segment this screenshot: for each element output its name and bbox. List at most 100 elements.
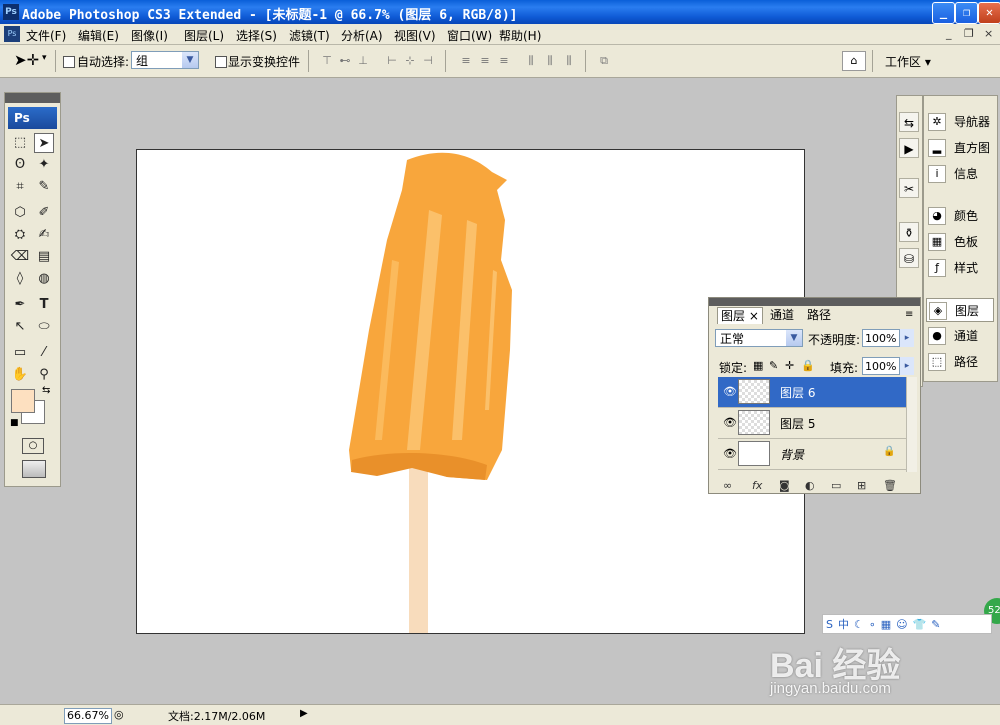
- blend-mode-dropdown[interactable]: 正常 ▼: [715, 329, 803, 347]
- clone-source-icon[interactable]: ⛁: [899, 248, 919, 268]
- eyedropper-tool-icon[interactable]: ⁄: [34, 343, 54, 363]
- tool-presets-icon[interactable]: ✂: [899, 178, 919, 198]
- auto-select-dropdown[interactable]: 组 ▼: [131, 51, 199, 69]
- doc-restore-button[interactable]: ❐: [964, 27, 974, 40]
- lock-all-icon[interactable]: 🔒: [801, 359, 815, 372]
- eye-icon[interactable]: 👁: [723, 447, 737, 460]
- menu-window[interactable]: 窗口(W): [447, 27, 492, 44]
- magic-wand-tool-icon[interactable]: ✦: [34, 155, 54, 175]
- fill-slider-arrow-icon[interactable]: ▸: [900, 357, 914, 375]
- tool-preset-dropdown-icon[interactable]: ▾: [42, 53, 47, 63]
- opacity-input[interactable]: 100%: [862, 329, 900, 347]
- new-group-icon[interactable]: ▭: [831, 479, 841, 492]
- doc-minimize-button[interactable]: _: [946, 27, 952, 40]
- menu-filter[interactable]: 滤镜(T): [289, 27, 330, 44]
- zoom-level-field[interactable]: 66.67%: [64, 708, 112, 724]
- history-brush-tool-icon[interactable]: ✍: [34, 225, 54, 245]
- show-transform-checkbox[interactable]: [215, 56, 227, 68]
- opacity-slider-arrow-icon[interactable]: ▸: [900, 329, 914, 347]
- dock-item-paths[interactable]: ⬚ 路径: [926, 350, 994, 374]
- foreground-color-swatch[interactable]: [11, 389, 35, 413]
- distribute-vcenter-icon[interactable]: ≡: [478, 54, 492, 68]
- ellipse-tool-icon[interactable]: ⬭: [34, 317, 54, 337]
- menu-help[interactable]: 帮助(H): [499, 27, 541, 44]
- menu-image[interactable]: 图像(I): [131, 27, 168, 44]
- tab-layers[interactable]: 图层 ×: [717, 307, 763, 324]
- notes-tool-icon[interactable]: ▭: [10, 343, 30, 363]
- close-button[interactable]: ✕: [978, 2, 1000, 24]
- fill-input[interactable]: 100%: [862, 357, 900, 375]
- align-vcenter-icon[interactable]: ⊷: [338, 54, 352, 68]
- align-bottom-icon[interactable]: ⊥: [356, 54, 370, 68]
- blur-tool-icon[interactable]: ◊: [10, 269, 30, 289]
- marquee-tool-icon[interactable]: ⬚: [10, 133, 30, 153]
- menu-edit[interactable]: 编辑(E): [78, 27, 119, 44]
- status-menu-arrow-icon[interactable]: ▶: [300, 708, 308, 719]
- hand-tool-icon[interactable]: ✋: [10, 365, 30, 385]
- restore-button[interactable]: ❐: [955, 2, 978, 24]
- default-colors-icon[interactable]: ■: [10, 418, 19, 428]
- history-icon[interactable]: ⇆: [899, 112, 919, 132]
- brush-tool-icon[interactable]: ✐: [34, 203, 54, 223]
- clone-stamp-tool-icon[interactable]: ⛭: [10, 225, 30, 245]
- bridge-icon[interactable]: ⌂: [842, 51, 866, 71]
- lock-transparency-icon[interactable]: ▦: [753, 359, 763, 372]
- dock-item-layers[interactable]: ◈ 图层: [926, 298, 994, 322]
- distribute-bottom-icon[interactable]: ≡: [497, 54, 511, 68]
- dock-item-color[interactable]: ◕ 颜色: [926, 204, 994, 228]
- actions-icon[interactable]: ▶: [899, 138, 919, 158]
- dock-item-swatches[interactable]: ▦ 色板: [926, 230, 994, 254]
- delete-layer-icon[interactable]: 🗑: [883, 479, 897, 492]
- menu-analysis[interactable]: 分析(A): [341, 27, 383, 44]
- layer-style-icon[interactable]: fx: [752, 479, 762, 492]
- panel-menu-icon[interactable]: ≡: [905, 309, 913, 320]
- crop-tool-icon[interactable]: ⌗: [10, 177, 30, 197]
- dock-item-channels[interactable]: ● 通道: [926, 324, 994, 348]
- align-top-icon[interactable]: ⊤: [320, 54, 334, 68]
- screen-mode-icon[interactable]: [22, 460, 46, 478]
- distribute-top-icon[interactable]: ≡: [459, 54, 473, 68]
- move-tool-icon[interactable]: ➤✛: [14, 51, 39, 69]
- slice-tool-icon[interactable]: ✎: [34, 177, 54, 197]
- status-info-icon[interactable]: ◎: [114, 708, 124, 721]
- tools-panel-header[interactable]: [5, 93, 60, 103]
- menu-select[interactable]: 选择(S): [236, 27, 277, 44]
- lasso-tool-icon[interactable]: ʘ: [10, 155, 30, 175]
- auto-align-layers-icon[interactable]: ⧉: [597, 54, 611, 68]
- pen-tool-icon[interactable]: ✒: [10, 295, 30, 315]
- minimize-button[interactable]: _: [932, 2, 955, 24]
- layer-row-layer5[interactable]: 👁 图层 5: [718, 408, 912, 439]
- dock-item-histogram[interactable]: ▂ 直方图: [926, 136, 994, 160]
- auto-select-checkbox[interactable]: [63, 56, 75, 68]
- lock-image-icon[interactable]: ✎: [769, 359, 778, 372]
- gradient-tool-icon[interactable]: ▤: [34, 247, 54, 267]
- add-mask-icon[interactable]: ◙: [779, 479, 790, 492]
- zoom-tool-icon[interactable]: ⚲: [34, 365, 54, 385]
- brushes-icon[interactable]: ⚱: [899, 222, 919, 242]
- tab-channels[interactable]: 通道: [767, 307, 797, 323]
- type-tool-icon[interactable]: T: [34, 295, 54, 315]
- menu-view[interactable]: 视图(V): [394, 27, 436, 44]
- menu-file[interactable]: 文件(F): [26, 27, 66, 44]
- align-left-icon[interactable]: ⊢: [385, 54, 399, 68]
- eye-icon[interactable]: 👁: [723, 385, 737, 398]
- eraser-tool-icon[interactable]: ⌫: [10, 247, 30, 267]
- move-tool-icon[interactable]: ➤: [34, 133, 54, 153]
- dock-item-styles[interactable]: ƒ 样式: [926, 256, 994, 280]
- link-layers-icon[interactable]: ∞: [723, 479, 732, 492]
- align-hcenter-icon[interactable]: ⊹: [403, 54, 417, 68]
- layer-row-background[interactable]: 👁 背景 🔒: [718, 439, 912, 470]
- document-canvas[interactable]: [136, 149, 805, 634]
- layers-panel-header[interactable]: [709, 298, 920, 306]
- layers-scrollbar[interactable]: [906, 377, 917, 472]
- healing-brush-tool-icon[interactable]: ⬡: [10, 203, 30, 223]
- distribute-hcenter-icon[interactable]: ⫼: [543, 54, 557, 68]
- path-selection-tool-icon[interactable]: ↖: [10, 317, 30, 337]
- document-icon[interactable]: Ps: [4, 26, 20, 42]
- quick-mask-icon[interactable]: ○: [22, 438, 44, 454]
- align-right-icon[interactable]: ⊣: [421, 54, 435, 68]
- layer-row-layer6[interactable]: 👁 图层 6: [718, 377, 912, 408]
- distribute-left-icon[interactable]: ⫼: [524, 54, 538, 68]
- new-layer-icon[interactable]: ⊞: [857, 479, 866, 492]
- doc-close-button[interactable]: ×: [984, 27, 993, 40]
